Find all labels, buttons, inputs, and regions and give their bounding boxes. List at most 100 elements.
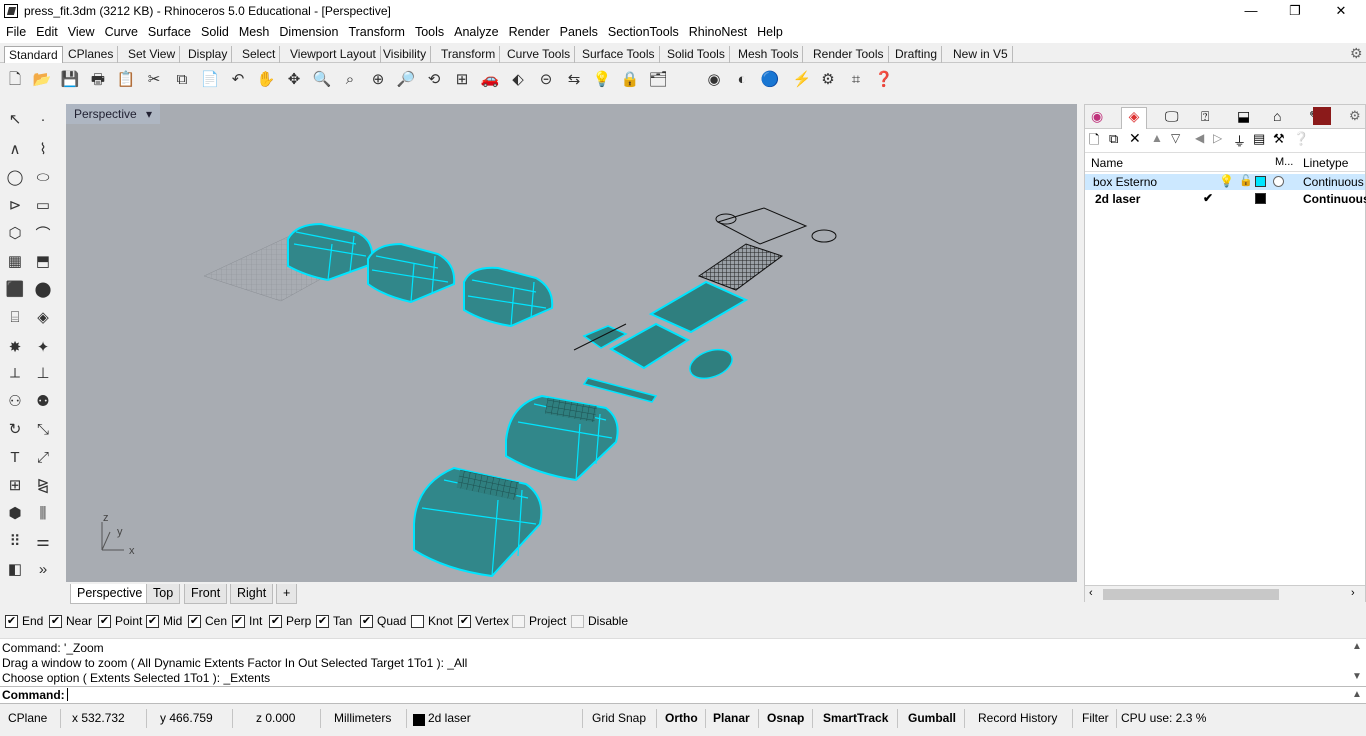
lock-icon[interactable]: 🔒 bbox=[618, 67, 642, 91]
layer-name[interactable]: 2d laser bbox=[1095, 192, 1140, 206]
scroll-thumb[interactable] bbox=[1103, 589, 1279, 600]
layer-row-current[interactable]: 2d laser ✔ Continuous bbox=[1085, 191, 1366, 207]
close-button[interactable]: ✕ bbox=[1318, 0, 1364, 23]
named-view-car-icon[interactable]: 🚗 bbox=[478, 67, 502, 91]
move-layer-up-icon[interactable]: ▲ bbox=[1151, 131, 1163, 145]
zoom-extents-icon[interactable]: ⊕ bbox=[366, 67, 390, 91]
split-icon[interactable]: ✦ bbox=[30, 334, 56, 360]
scale-icon[interactable]: ⤡ bbox=[30, 416, 56, 442]
box-solid-icon[interactable]: ⬛ bbox=[2, 276, 28, 302]
light-bulb-icon[interactable]: 💡 bbox=[590, 67, 614, 91]
polygon-icon[interactable]: ⬡ bbox=[2, 220, 28, 246]
scroll-right-icon[interactable]: › bbox=[1351, 587, 1355, 599]
menu-analyze[interactable]: Analyze bbox=[448, 23, 502, 39]
perspective-viewport[interactable]: Perspective ▾ x y z bbox=[66, 104, 1077, 582]
viewtab-perspective[interactable]: Perspective bbox=[70, 584, 150, 604]
settings-gear-icon[interactable]: ⚙ bbox=[1350, 45, 1363, 62]
layer-icon[interactable]: 🗂 bbox=[646, 67, 670, 91]
column-material-header[interactable]: M... bbox=[1275, 156, 1293, 168]
lines-icon[interactable]: ⫼ bbox=[30, 500, 56, 526]
layer-states-tab-icon[interactable]: ⌂ bbox=[1273, 108, 1281, 124]
menu-solid[interactable]: Solid bbox=[195, 23, 233, 39]
box-model-5[interactable] bbox=[413, 466, 543, 578]
zoom-dynamic-icon[interactable]: 🔍 bbox=[310, 67, 334, 91]
panel-settings-gear-icon[interactable]: ⚙ bbox=[1349, 108, 1361, 124]
layer-material-swatch[interactable] bbox=[1273, 176, 1284, 187]
tab-drafting[interactable]: Drafting bbox=[891, 46, 943, 63]
menu-edit[interactable]: Edit bbox=[30, 23, 62, 39]
dimension-tool-icon[interactable]: ⤢ bbox=[30, 444, 56, 470]
paste-icon[interactable]: 📄 bbox=[198, 67, 222, 91]
polyline-icon[interactable]: ∧ bbox=[2, 136, 28, 162]
layer-tools-icon[interactable]: ⚒ bbox=[1273, 131, 1285, 147]
material-icon[interactable]: ◉ bbox=[702, 67, 726, 91]
toggle-osnap[interactable]: Osnap bbox=[767, 711, 804, 725]
osnap-tan[interactable]: ✔ Tan bbox=[316, 614, 352, 628]
scroll-left-icon[interactable]: ‹ bbox=[1089, 587, 1093, 599]
explode-icon[interactable]: ✸ bbox=[2, 334, 28, 360]
set-cplane-icon[interactable]: ⊝ bbox=[534, 67, 558, 91]
osnap-cen[interactable]: ✔ Cen bbox=[188, 614, 227, 628]
flat-panel-center[interactable] bbox=[582, 280, 749, 403]
boolean-union-icon[interactable]: ⬤ bbox=[30, 276, 56, 302]
tab-mesh-tools[interactable]: Mesh Tools bbox=[734, 46, 804, 63]
menu-help[interactable]: Help bbox=[751, 23, 787, 39]
viewtab-front[interactable]: Front bbox=[184, 584, 228, 604]
save-file-icon[interactable]: 💾 bbox=[58, 67, 82, 91]
circle-icon[interactable]: ◯ bbox=[2, 164, 28, 190]
box-model-4[interactable] bbox=[505, 394, 619, 482]
layer-visible-bulb-icon[interactable]: 💡 bbox=[1219, 174, 1234, 188]
osnap-vertex[interactable]: ✔ Vertex bbox=[458, 614, 509, 628]
grid-array-icon[interactable]: ⠿ bbox=[2, 528, 28, 554]
osnap-int[interactable]: ✔ Int bbox=[232, 614, 262, 628]
osnap-near[interactable]: ✔ Near bbox=[49, 614, 92, 628]
osnap-checkbox[interactable]: ✔ bbox=[316, 614, 329, 628]
options-gears-icon[interactable]: ⚙ bbox=[816, 67, 840, 91]
osnap-end[interactable]: ✔ End bbox=[5, 614, 43, 628]
osnap-checkbox[interactable] bbox=[512, 614, 525, 628]
toggle-smarttrack[interactable]: SmartTrack bbox=[823, 711, 888, 725]
layer-states-icon[interactable]: ▤ bbox=[1253, 131, 1265, 147]
named-views-tab-icon[interactable]: ⬓ bbox=[1237, 108, 1250, 125]
history-icon[interactable]: ⚌ bbox=[30, 528, 56, 554]
help-icon[interactable]: ❓ bbox=[872, 67, 896, 91]
rotate-icon[interactable]: ↻ bbox=[2, 416, 28, 442]
color-wheel-icon[interactable] bbox=[674, 67, 698, 91]
command-line[interactable]: Command: ▲ bbox=[0, 686, 1366, 704]
print-icon[interactable]: 🖶 bbox=[86, 67, 110, 91]
menu-surface[interactable]: Surface bbox=[142, 23, 195, 39]
box-model-2[interactable] bbox=[367, 242, 456, 304]
column-name-header[interactable]: Name bbox=[1091, 156, 1123, 170]
tab-viewport-layout[interactable]: Viewport Layout bbox=[286, 46, 381, 63]
toggle-grid-snap[interactable]: Grid Snap bbox=[592, 711, 646, 725]
new-file-icon[interactable]: 🗋 bbox=[3, 67, 27, 91]
new-layer-icon[interactable]: 🗋 bbox=[1089, 131, 1099, 153]
copy-icon[interactable]: ⧉ bbox=[170, 67, 194, 91]
layer-color-swatch[interactable] bbox=[1255, 193, 1266, 204]
layer-unlocked-icon[interactable]: 🔓 bbox=[1239, 174, 1253, 187]
fillet-curve-icon[interactable]: ⌒ bbox=[30, 220, 56, 246]
tab-solid-tools[interactable]: Solid Tools bbox=[663, 46, 730, 63]
osnap-checkbox[interactable]: ✔ bbox=[49, 614, 62, 628]
menu-view[interactable]: View bbox=[62, 23, 99, 39]
osnap-quad[interactable]: ✔ Quad bbox=[360, 614, 406, 628]
mirror-icon[interactable]: ⧎ bbox=[30, 472, 56, 498]
osnap-point[interactable]: ✔ Point bbox=[98, 614, 142, 628]
osnap-checkbox[interactable] bbox=[571, 614, 584, 628]
group-icon[interactable]: ⚇ bbox=[2, 388, 28, 414]
osnap-knot[interactable]: Knot bbox=[411, 614, 453, 628]
rectangle-icon[interactable]: ▭ bbox=[30, 192, 56, 218]
osnap-checkbox[interactable]: ✔ bbox=[188, 614, 201, 628]
osnap-checkbox[interactable]: ✔ bbox=[5, 614, 18, 628]
tab-surface-tools[interactable]: Surface Tools bbox=[578, 46, 660, 63]
status-cplane[interactable]: CPlane bbox=[8, 711, 47, 725]
layer-help-icon[interactable]: ❔ bbox=[1293, 131, 1309, 147]
cplane-icon[interactable]: ⬖ bbox=[506, 67, 530, 91]
current-layer-check-icon[interactable]: ✔ bbox=[1203, 191, 1213, 205]
osnap-mid[interactable]: ✔ Mid bbox=[146, 614, 182, 628]
tab-transform[interactable]: Transform bbox=[437, 46, 501, 63]
tab-curve-tools[interactable]: Curve Tools bbox=[503, 46, 576, 63]
layer-name[interactable]: box Esterno bbox=[1093, 175, 1157, 189]
undo-view-icon[interactable]: ⟲ bbox=[422, 67, 446, 91]
menu-dimension[interactable]: Dimension bbox=[273, 23, 342, 39]
